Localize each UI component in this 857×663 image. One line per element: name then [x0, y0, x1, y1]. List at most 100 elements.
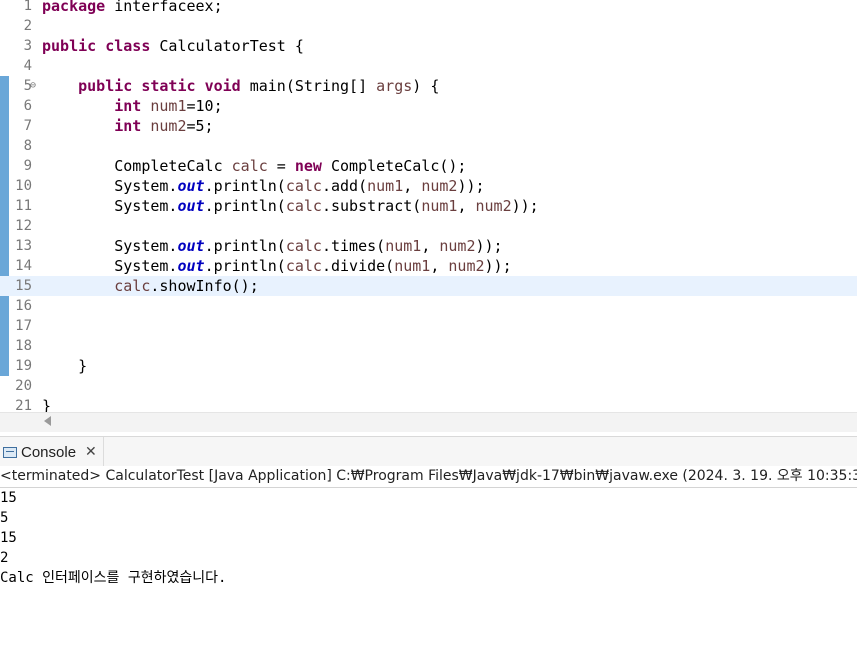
line-number: 12: [15, 218, 32, 234]
line-number: 2: [23, 18, 32, 34]
code-line[interactable]: 4: [0, 56, 857, 76]
variable-token: num1: [394, 257, 431, 275]
code-token: ));: [457, 177, 485, 195]
fold-collapse-icon[interactable]: ⊖: [30, 79, 36, 93]
code-line[interactable]: 5 ⊖ public static void main(String[] args…: [0, 76, 857, 96]
horizontal-scrollbar[interactable]: [0, 412, 857, 432]
keyword-token: package: [42, 0, 106, 15]
field-token: out: [177, 177, 205, 195]
code-token: main(String[]: [240, 77, 377, 95]
variable-token: num2: [150, 117, 187, 135]
code-line[interactable]: 17: [0, 316, 857, 336]
line-number: 13: [15, 238, 32, 254]
code-line[interactable]: 7 int num2=5;: [0, 116, 857, 136]
code-line[interactable]: 21}: [0, 396, 857, 412]
code-token: .println(: [204, 177, 286, 195]
variable-token: num1: [421, 197, 458, 215]
variable-token: args: [376, 77, 413, 95]
line-number: 7: [23, 118, 32, 134]
keyword-token: void: [204, 77, 241, 95]
field-token: out: [177, 237, 205, 255]
line-number: 6: [23, 98, 32, 114]
code-line[interactable]: 16: [0, 296, 857, 316]
code-token: ,: [457, 197, 476, 215]
console-process-status: <terminated> CalculatorTest [Java Applic…: [0, 466, 857, 488]
code-token: }: [42, 357, 88, 375]
code-line[interactable]: 3 public class CalculatorTest {: [0, 36, 857, 56]
code-line-current[interactable]: 15 calc.showInfo();: [0, 276, 857, 296]
tab-console-label: Console: [21, 443, 77, 461]
code-token: ));: [484, 257, 512, 275]
code-token: .showInfo();: [150, 277, 259, 295]
line-number: 1: [23, 0, 32, 14]
code-token: CompleteCalc();: [321, 157, 467, 175]
code-text: System.out.println(calc.times(num1, num2…: [42, 236, 503, 256]
code-line[interactable]: 2: [0, 16, 857, 36]
code-text: System.out.println(calc.substract(num1, …: [42, 196, 539, 216]
line-number: 21: [15, 398, 32, 412]
code-line[interactable]: 18: [0, 336, 857, 356]
keyword-token: public: [42, 37, 97, 55]
console-output[interactable]: 15 5 15 2 Calc 인터페이스를 구현하였습니다.: [0, 488, 857, 663]
code-editor[interactable]: 1 package interfaceex; 2 3 public class Calc…: [0, 0, 857, 412]
code-token: CalculatorTest {: [150, 37, 304, 55]
keyword-token: public: [78, 77, 133, 95]
code-text: }: [42, 356, 87, 376]
code-token: ,: [430, 257, 449, 275]
tab-console[interactable]: Console ✕: [0, 437, 104, 467]
scroll-left-arrow-icon[interactable]: [44, 416, 51, 426]
code-line[interactable]: 1 package interfaceex;: [0, 0, 857, 16]
code-line[interactable]: 10 System.out.println(calc.add(num1, num…: [0, 176, 857, 196]
keyword-token: new: [294, 157, 322, 175]
field-token: out: [177, 197, 205, 215]
line-number: 11: [15, 198, 32, 214]
line-number: 10: [15, 178, 32, 194]
code-text: public static void main(String[] args) {: [42, 76, 439, 96]
variable-token: calc: [231, 157, 268, 175]
line-number: 16: [15, 298, 32, 314]
code-line[interactable]: 12: [0, 216, 857, 236]
code-line[interactable]: 6 int num1=10;: [0, 96, 857, 116]
variable-token: calc: [114, 277, 151, 295]
code-line[interactable]: 8: [0, 136, 857, 156]
code-line[interactable]: 20: [0, 376, 857, 396]
code-token: System.: [42, 177, 178, 195]
console-output-line: 2: [0, 550, 9, 566]
console-output-line: 5: [0, 510, 9, 526]
code-token: .println(: [204, 257, 286, 275]
line-number: 15: [15, 278, 32, 294]
code-text: package interfaceex;: [42, 0, 223, 16]
code-text: int num2=5;: [42, 116, 214, 136]
code-token: .add(: [321, 177, 368, 195]
code-text: CompleteCalc calc = new CompleteCalc();: [42, 156, 466, 176]
variable-token: num2: [421, 177, 458, 195]
code-text: int num1=10;: [42, 96, 222, 116]
code-line[interactable]: 14 System.out.println(calc.divide(num1, …: [0, 256, 857, 276]
close-icon[interactable]: ✕: [85, 444, 97, 460]
line-number: 8: [23, 138, 32, 154]
keyword-token: int: [114, 117, 142, 135]
line-number: 17: [15, 318, 32, 334]
console-output-line: 15: [0, 530, 17, 546]
variable-token: calc: [285, 197, 322, 215]
line-number: 14: [15, 258, 32, 274]
code-text: System.out.println(calc.add(num1, num2))…: [42, 176, 485, 196]
console-output-line: 15: [0, 490, 17, 506]
code-token: ));: [475, 237, 503, 255]
code-line[interactable]: 13 System.out.println(calc.times(num1, n…: [0, 236, 857, 256]
code-token: ));: [511, 197, 539, 215]
code-token: =: [267, 157, 295, 175]
code-token: =5;: [186, 117, 214, 135]
code-line[interactable]: 11 System.out.println(calc.substract(num…: [0, 196, 857, 216]
variable-token: num2: [475, 197, 512, 215]
code-line[interactable]: 9 CompleteCalc calc = new CompleteCalc()…: [0, 156, 857, 176]
code-text: calc.showInfo();: [42, 276, 259, 296]
console-output-line: Calc 인터페이스를 구현하였습니다.: [0, 570, 227, 586]
code-token: System.: [42, 257, 178, 275]
variable-token: num1: [385, 237, 422, 255]
code-token: .times(: [321, 237, 386, 255]
code-line[interactable]: 19 }: [0, 356, 857, 376]
